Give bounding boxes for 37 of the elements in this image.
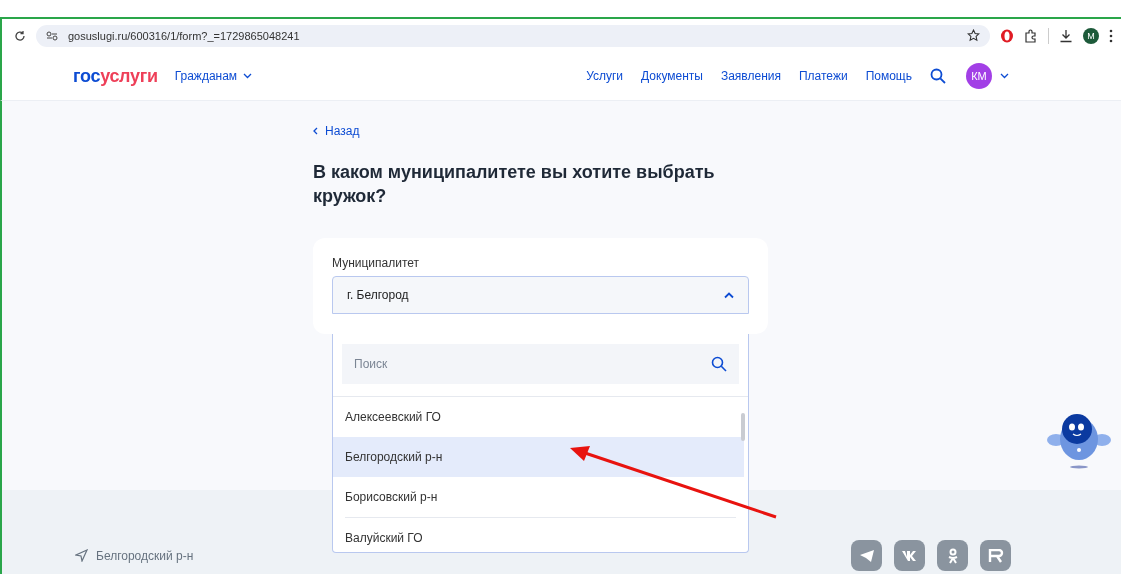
location-text[interactable]: Белгородский р-н <box>96 548 194 563</box>
gosuslugi-logo[interactable]: госуслуги <box>73 65 158 87</box>
profile-avatar[interactable]: M <box>1083 27 1099 44</box>
odnoklassniki-icon[interactable] <box>937 540 968 571</box>
more-menu-icon[interactable] <box>1109 28 1113 43</box>
user-avatar[interactable]: КМ <box>966 63 992 89</box>
chevron-down-icon <box>243 73 253 79</box>
dropdown-option[interactable]: Валуйский ГО <box>333 518 744 552</box>
field-label: Муниципалитет <box>332 256 421 270</box>
back-link[interactable]: Назад <box>313 124 360 138</box>
extensions-icon[interactable] <box>1024 28 1038 43</box>
search-field[interactable]: Поиск <box>342 344 739 384</box>
location-arrow-icon <box>75 549 88 562</box>
nav-link[interactable]: Документы <box>641 69 703 83</box>
bookmark-star-icon[interactable] <box>967 29 980 42</box>
search-icon[interactable] <box>711 356 727 372</box>
telegram-icon[interactable] <box>851 540 882 571</box>
nav-link[interactable]: Платежи <box>798 69 848 83</box>
scrollbar-thumb[interactable] <box>741 413 745 441</box>
nav-link[interactable]: Помощь <box>865 69 912 83</box>
dropdown-option[interactable]: Белгородский р-н <box>333 437 744 477</box>
rutube-icon[interactable] <box>980 540 1011 571</box>
nav-link[interactable]: Заявления <box>720 69 781 83</box>
nav-link[interactable]: Услуги <box>586 69 624 83</box>
dropdown-option[interactable]: Борисовский р-н <box>333 477 744 517</box>
search-icon[interactable] <box>930 68 946 84</box>
reload-icon[interactable] <box>14 29 26 42</box>
municipality-select[interactable]: г. Белгород <box>332 276 749 314</box>
page-title: В каком муниципалитете вы хотите выбрать кружок? <box>313 161 716 208</box>
download-icon[interactable] <box>1059 28 1073 43</box>
chevron-down-icon[interactable] <box>1000 73 1009 79</box>
vk-icon[interactable] <box>894 540 925 571</box>
chevron-left-icon <box>313 127 318 135</box>
opera-icon[interactable] <box>1000 28 1014 43</box>
dropdown-option[interactable]: Алексеевский ГО <box>333 397 744 437</box>
site-settings-icon[interactable] <box>46 30 58 41</box>
audience-menu[interactable]: Гражданам <box>174 69 253 83</box>
